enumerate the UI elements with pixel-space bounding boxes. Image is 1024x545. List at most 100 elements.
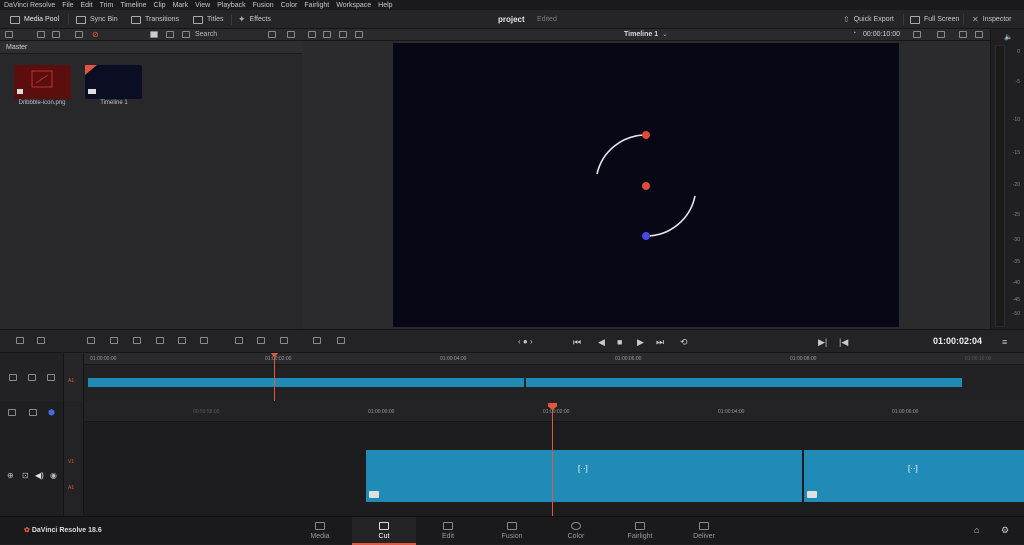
stop-icon[interactable]: ■ [617,337,622,347]
track-header: A1 [64,353,84,401]
trim-icon[interactable] [16,337,24,344]
loop-icon[interactable]: ⟲ [680,337,688,348]
options-icon[interactable] [959,31,967,38]
page-media[interactable]: Media [288,517,352,545]
source-overwrite-icon[interactable] [200,337,208,344]
track-lock-icon[interactable] [9,374,17,381]
track-mute-icon[interactable] [47,374,55,381]
grid-icon[interactable] [339,31,347,38]
menu-color[interactable]: Color [281,2,298,9]
media-pool-button[interactable]: Media Pool [10,13,59,26]
page-color[interactable]: Color [544,517,608,545]
playhead[interactable] [274,353,275,401]
page-fusion[interactable]: Fusion [480,517,544,545]
shield-icon[interactable]: ⬢ [48,408,55,417]
timeline-clip[interactable] [526,378,962,387]
mark-in-icon[interactable]: ▶| [818,337,827,348]
page-fairlight[interactable]: Fairlight [608,517,672,545]
viewer-mode-icon[interactable] [308,31,316,38]
menu-fairlight[interactable]: Fairlight [304,2,329,9]
transitions-button[interactable]: Transitions [131,13,179,26]
video-clip[interactable]: [··] [366,450,802,502]
layout-icon[interactable] [355,31,363,38]
panel-toggle-icon[interactable] [5,31,13,38]
place-on-top-icon[interactable] [178,337,186,344]
inspector-button[interactable]: ✕ Inspector [972,13,1012,26]
menu-clip[interactable]: Clip [154,2,166,9]
menu-timeline[interactable]: Timeline [120,2,146,9]
go-to-end-icon[interactable]: ⏭ [656,337,664,348]
timeline-thumbnail[interactable] [85,65,142,99]
jog-icon[interactable]: ‹ ● › [518,337,533,346]
thumbnail-view-icon[interactable] [150,31,158,38]
search-label[interactable]: Search [195,31,217,38]
menu-help[interactable]: Help [378,2,392,9]
safe-area-icon[interactable] [323,31,331,38]
audio-icon[interactable] [937,31,945,38]
play-reverse-icon[interactable]: ◀ [598,337,605,348]
full-screen-button[interactable]: Full Screen [910,13,959,26]
clip-thumbnail[interactable] [14,65,71,99]
menu-file[interactable]: File [62,2,73,9]
timeline-clip[interactable] [88,378,524,387]
import-icon[interactable] [37,31,45,38]
video-clip[interactable]: [··] [804,450,1024,502]
sort-icon[interactable] [268,31,276,38]
menu-mark[interactable]: Mark [173,2,189,9]
playhead[interactable] [552,404,553,516]
timeline-name[interactable]: Timeline 1 [624,31,658,38]
gear-icon[interactable]: ⚙ [1001,525,1009,536]
page-cut[interactable]: Cut [352,517,416,545]
effects-button[interactable]: ✦ Effects [238,13,271,26]
unlink-icon[interactable]: ⊘ [92,30,99,39]
detail-timeline: ⬢ ⊕ ⊡ ◀) ◉ V1 A1 00:59:58:00 01:00:00:00… [0,401,1024,516]
settings-icon[interactable] [337,337,345,344]
menu-view[interactable]: View [195,2,210,9]
page-bar: ✿ DaVinci Resolve 18.6 Media Cut Edit Fu… [0,516,1024,545]
menu-edit[interactable]: Edit [81,2,93,9]
menu-trim[interactable]: Trim [100,2,114,9]
track-link-icon[interactable] [28,374,36,381]
more-icon[interactable] [975,31,983,38]
scissors-icon[interactable] [29,409,37,416]
monitor-icon[interactable] [8,409,16,416]
ruler[interactable]: 01:00:00:00 01:00:02:00 01:00:04:00 01:0… [84,353,1024,365]
smart-insert-icon[interactable] [87,337,95,344]
menu-workspace[interactable]: Workspace [336,2,371,9]
zoom-icon[interactable] [280,337,288,344]
chevron-down-icon[interactable]: ⌄ [662,30,668,38]
home-icon[interactable]: ⌂ [974,525,979,535]
trim-end-icon[interactable] [37,337,45,344]
menu-fusion[interactable]: Fusion [253,2,274,9]
fit-icon[interactable] [257,337,265,344]
go-to-start-icon[interactable]: ⏮ [573,337,581,348]
play-icon[interactable]: ▶ [637,337,644,348]
append-icon[interactable] [110,337,118,344]
sync-bin-button[interactable]: Sync Bin [76,13,118,26]
speaker-icon[interactable]: 🔈 [1004,33,1013,41]
monitor-icon[interactable] [913,31,921,38]
mark-out-icon[interactable]: |◀ [839,337,848,348]
menu-app[interactable]: DaVinci Resolve [4,2,55,9]
menu-icon[interactable]: ≡ [1002,337,1007,347]
match-frame-icon[interactable] [235,337,243,344]
ripple-overwrite-icon[interactable] [133,337,141,344]
menu-playback[interactable]: Playback [217,2,245,9]
link-icon[interactable] [75,31,83,38]
sort-view-icon[interactable] [182,31,190,38]
viewer-canvas[interactable] [393,43,899,327]
divider [231,14,232,25]
list-view-icon[interactable] [166,31,174,38]
quick-export-button[interactable]: ⇧ Quick Export [843,13,894,26]
audio-trim-icon[interactable] [313,337,321,344]
refresh-icon[interactable] [287,31,295,38]
padlock-icon[interactable]: ⊡ [22,471,29,480]
page-edit[interactable]: Edit [416,517,480,545]
page-deliver[interactable]: Deliver [672,517,736,545]
bin-icon[interactable] [52,31,60,38]
lock-icon[interactable]: ⊕ [7,471,14,480]
titles-button[interactable]: Titles [193,13,223,26]
eye-icon[interactable]: ◉ [50,471,57,480]
speaker-icon[interactable]: ◀) [35,471,44,480]
close-up-icon[interactable] [156,337,164,344]
